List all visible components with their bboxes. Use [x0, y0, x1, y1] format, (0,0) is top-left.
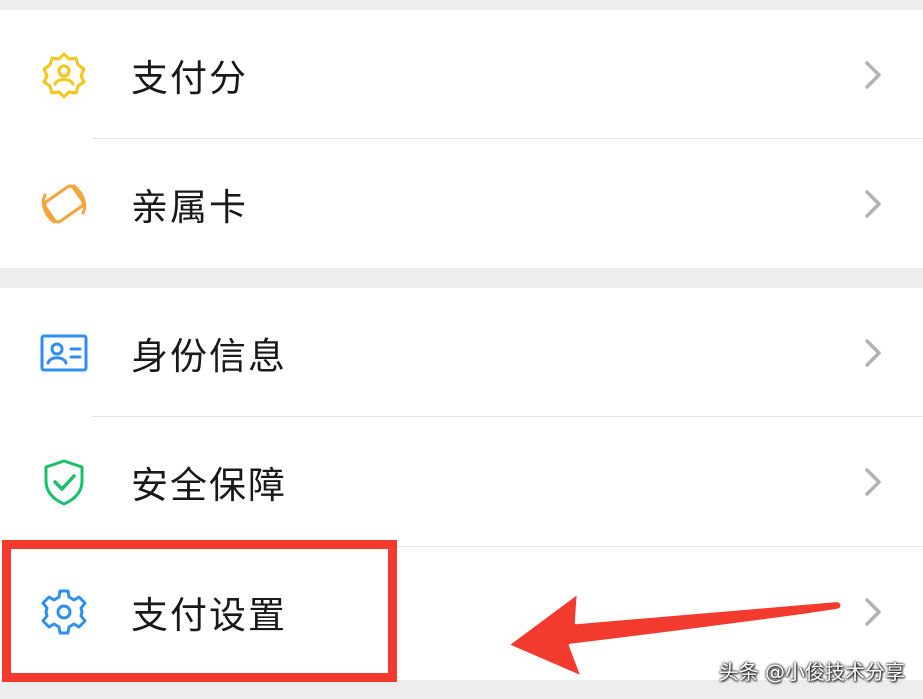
chevron-right-icon [858, 462, 888, 502]
chevron-right-icon [858, 184, 888, 224]
chevron-right-icon [858, 592, 888, 632]
menu-item-identity-info[interactable]: 身份信息 [0, 288, 923, 418]
menu-item-payment-score[interactable]: 支付分 [0, 10, 923, 140]
menu-group-2: 身份信息 安全保障 支付设置 [0, 288, 923, 680]
menu-item-label: 亲属卡 [131, 186, 248, 229]
shield-check-icon [38, 456, 90, 508]
menu-item-label: 支付设置 [131, 594, 287, 637]
chevron-right-icon [858, 333, 888, 373]
menu-item-label: 身份信息 [131, 335, 287, 378]
payment-score-icon [38, 49, 90, 101]
watermark: 头条 @小俊技术分享 [718, 660, 905, 684]
family-card-icon [38, 178, 90, 230]
menu-item-family-card[interactable]: 亲属卡 [0, 139, 923, 269]
menu-item-label: 支付分 [131, 57, 248, 100]
chevron-right-icon [858, 55, 888, 95]
section-gap [0, 268, 923, 288]
section-gap-top [0, 0, 923, 10]
menu-item-security[interactable]: 安全保障 [0, 417, 923, 547]
menu-group-1: 支付分 亲属卡 [0, 10, 923, 269]
menu-item-label: 安全保障 [131, 464, 287, 507]
gear-icon [38, 586, 90, 638]
id-card-icon [38, 327, 90, 379]
